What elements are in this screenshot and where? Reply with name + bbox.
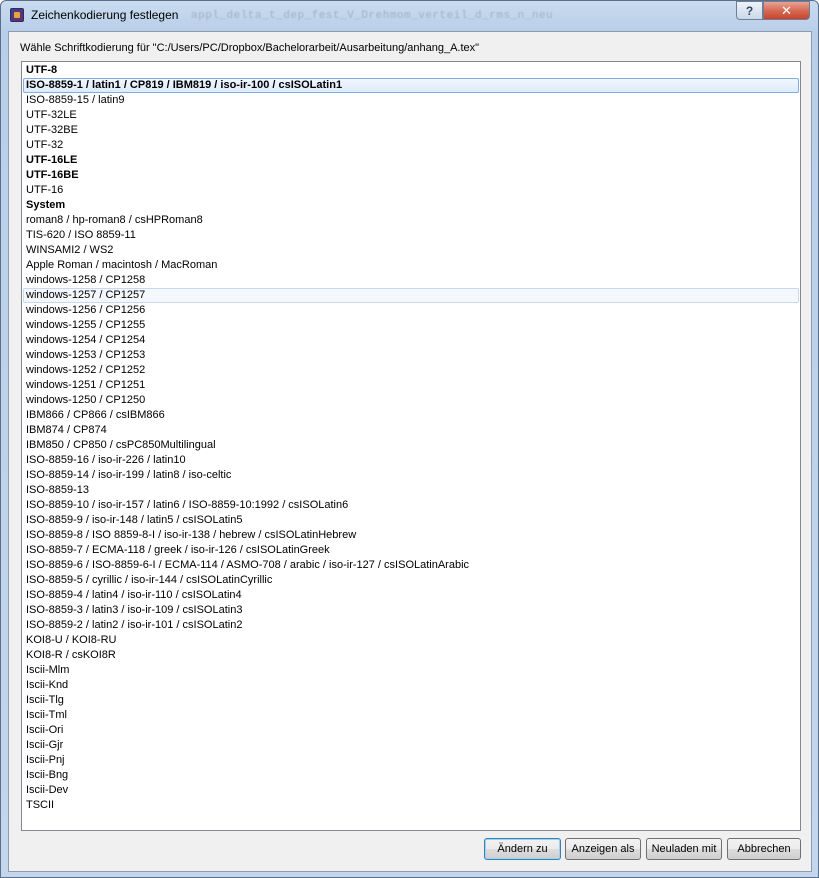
encoding-list-item[interactable]: windows-1250 / CP1250 — [23, 393, 799, 408]
background-window-title: appl_delta_t_dep_fest_V_Drehmom_verteil_… — [191, 10, 554, 22]
encoding-list-item[interactable]: windows-1253 / CP1253 — [23, 348, 799, 363]
encoding-list-item[interactable]: ISO-8859-13 — [23, 483, 799, 498]
help-icon: ? — [745, 3, 754, 18]
encoding-list-item[interactable]: Iscii-Mlm — [23, 663, 799, 678]
encoding-list-item[interactable]: roman8 / hp-roman8 / csHPRoman8 — [23, 213, 799, 228]
encoding-list-item[interactable]: ISO-8859-1 / latin1 / CP819 / IBM819 / i… — [23, 78, 799, 93]
encoding-list-item[interactable]: ISO-8859-14 / iso-ir-199 / latin8 / iso-… — [23, 468, 799, 483]
encoding-list-item[interactable]: ISO-8859-3 / latin3 / iso-ir-109 / csISO… — [23, 603, 799, 618]
encoding-list-item[interactable]: UTF-32LE — [23, 108, 799, 123]
encoding-list-item[interactable]: IBM874 / CP874 — [23, 423, 799, 438]
encoding-list-item[interactable]: ISO-8859-2 / latin2 / iso-ir-101 / csISO… — [23, 618, 799, 633]
encoding-list-item[interactable]: windows-1256 / CP1256 — [23, 303, 799, 318]
encoding-list-item[interactable]: windows-1258 / CP1258 — [23, 273, 799, 288]
dialog-body: Wähle Schriftkodierung für "C:/Users/PC/… — [8, 31, 812, 872]
encoding-list-item[interactable]: Iscii-Bng — [23, 768, 799, 783]
title-bar[interactable]: Zeichenkodierung festlegen appl_delta_t_… — [1, 1, 818, 31]
encoding-list-item[interactable]: windows-1254 / CP1254 — [23, 333, 799, 348]
encoding-list-item[interactable]: windows-1252 / CP1252 — [23, 363, 799, 378]
encoding-list-item[interactable]: Iscii-Dev — [23, 783, 799, 798]
encoding-list-item[interactable]: windows-1255 / CP1255 — [23, 318, 799, 333]
encoding-list-item[interactable]: KOI8-U / KOI8-RU — [23, 633, 799, 648]
dialog-window: Zeichenkodierung festlegen appl_delta_t_… — [0, 0, 819, 878]
window-title: Zeichenkodierung festlegen — [31, 8, 179, 22]
encoding-list-item[interactable]: windows-1251 / CP1251 — [23, 378, 799, 393]
encoding-list-item[interactable]: UTF-16LE — [23, 153, 799, 168]
encoding-list-item[interactable]: WINSAMI2 / WS2 — [23, 243, 799, 258]
encoding-list[interactable]: UTF-8 ISO-8859-1 / latin1 / CP819 / IBM81… — [21, 61, 801, 831]
encoding-prompt: Wähle Schriftkodierung für "C:/Users/PC/… — [20, 42, 480, 54]
encoding-list-item[interactable]: windows-1257 / CP1257 — [23, 288, 799, 303]
encoding-list-item[interactable]: ISO-8859-15 / latin9 — [23, 93, 799, 108]
close-button[interactable]: ✕ — [763, 1, 810, 20]
encoding-list-item[interactable]: ISO-8859-5 / cyrillic / iso-ir-144 / csI… — [23, 573, 799, 588]
encoding-list-item[interactable]: Iscii-Knd — [23, 678, 799, 693]
change-to-button[interactable]: Ändern zu — [484, 838, 561, 860]
encoding-list-item[interactable]: UTF-32 — [23, 138, 799, 153]
encoding-list-item[interactable]: ISO-8859-4 / latin4 / iso-ir-110 / csISO… — [23, 588, 799, 603]
encoding-list-item[interactable]: ISO-8859-7 / ECMA-118 / greek / iso-ir-1… — [23, 543, 799, 558]
close-icon: ✕ — [781, 2, 792, 18]
encoding-list-item[interactable]: ISO-8859-8 / ISO 8859-8-I / iso-ir-138 /… — [23, 528, 799, 543]
encoding-list-item[interactable]: UTF-32BE — [23, 123, 799, 138]
encoding-list-item[interactable]: UTF-16 — [23, 183, 799, 198]
encoding-list-item[interactable]: Iscii-Pnj — [23, 753, 799, 768]
encoding-list-item[interactable]: ISO-8859-6 / ISO-8859-6-I / ECMA-114 / A… — [23, 558, 799, 573]
encoding-list-item[interactable]: Iscii-Ori — [23, 723, 799, 738]
encoding-list-item[interactable]: TIS-620 / ISO 8859-11 — [23, 228, 799, 243]
app-icon — [10, 8, 24, 22]
encoding-list-item[interactable]: IBM850 / CP850 / csPC850Multilingual — [23, 438, 799, 453]
encoding-list-item[interactable]: Iscii-Tlg — [23, 693, 799, 708]
cancel-button[interactable]: Abbrechen — [727, 838, 801, 860]
help-button[interactable]: ? — [736, 1, 763, 20]
encoding-list-item[interactable]: System — [23, 198, 799, 213]
encoding-list-item[interactable]: Iscii-Gjr — [23, 738, 799, 753]
encoding-list-item[interactable]: Apple Roman / macintosh / MacRoman — [23, 258, 799, 273]
encoding-list-item[interactable]: UTF-16BE — [23, 168, 799, 183]
encoding-list-item[interactable]: ISO-8859-10 / iso-ir-157 / latin6 / ISO-… — [23, 498, 799, 513]
reload-with-button[interactable]: Neuladen mit — [646, 838, 722, 860]
show-as-button[interactable]: Anzeigen als — [565, 838, 641, 860]
encoding-list-item[interactable]: Iscii-Tml — [23, 708, 799, 723]
encoding-list-item[interactable]: UTF-8 — [23, 63, 799, 78]
encoding-list-item[interactable]: ISO-8859-9 / iso-ir-148 / latin5 / csISO… — [23, 513, 799, 528]
encoding-list-item[interactable]: ISO-8859-16 / iso-ir-226 / latin10 — [23, 453, 799, 468]
encoding-list-item[interactable]: KOI8-R / csKOI8R — [23, 648, 799, 663]
encoding-list-item[interactable]: TSCII — [23, 798, 799, 813]
encoding-list-item[interactable]: IBM866 / CP866 / csIBM866 — [23, 408, 799, 423]
